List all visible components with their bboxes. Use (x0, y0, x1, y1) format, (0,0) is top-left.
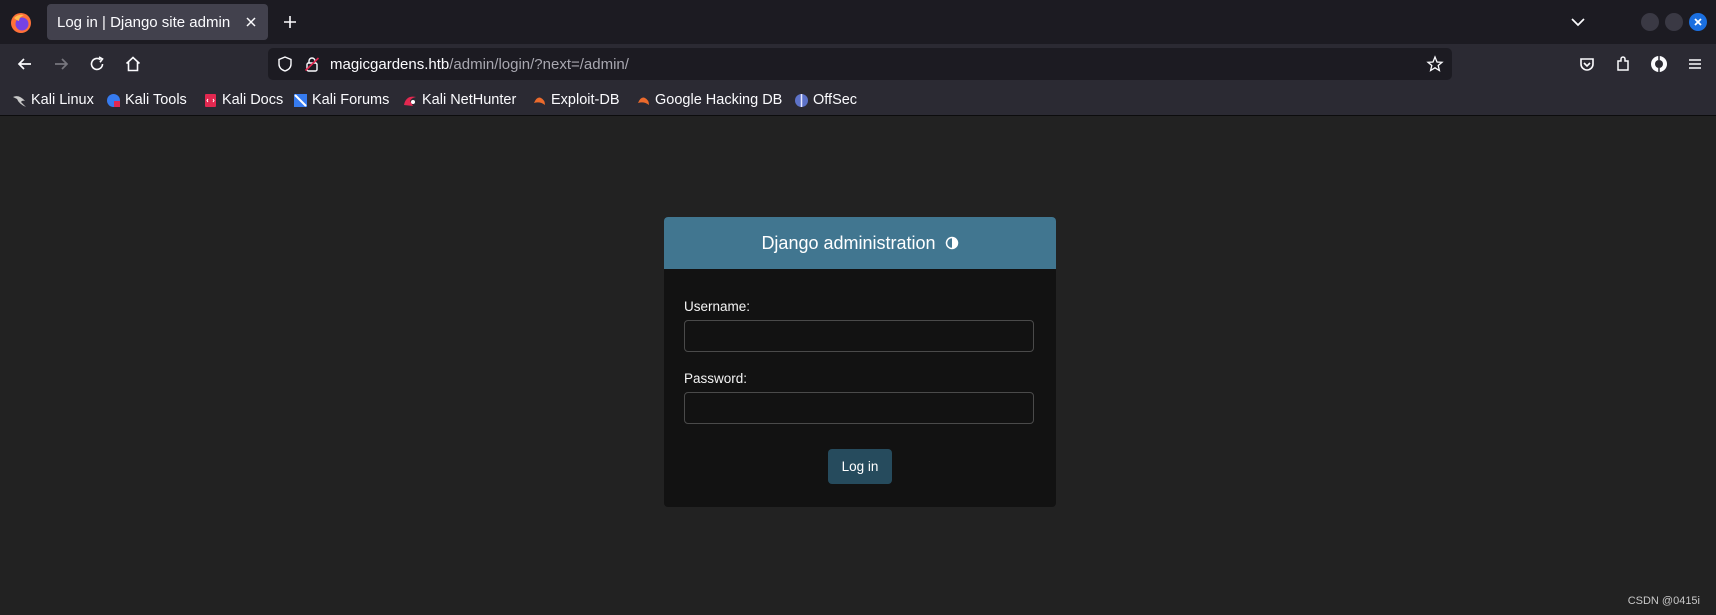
kali-nethunter-icon (404, 96, 416, 106)
bookmark-label: OffSec (813, 92, 858, 108)
url-host: magicgardens.htb (330, 56, 450, 73)
url-path: /admin/login/?next=/admin/ (449, 56, 629, 73)
minimize-window-button[interactable] (1641, 13, 1659, 31)
url-text[interactable]: magicgardens.htb/admin/login/?next=/admi… (330, 56, 629, 73)
maximize-window-button[interactable] (1665, 13, 1683, 31)
username-label: Username: (684, 299, 751, 314)
bookmark-kali-linux[interactable]: Kali Linux (12, 91, 94, 109)
close-icon[interactable] (242, 13, 260, 31)
exploit-db-icon (534, 97, 545, 105)
bookmark-label: Kali Forums (312, 92, 390, 108)
password-label: Password: (684, 371, 748, 386)
bookmark-kali-docs[interactable]: Kali Docs (203, 91, 283, 109)
watermark: CSDN @0415i (1627, 595, 1700, 607)
kali-tools-icon (107, 93, 120, 107)
bookmark-label: Kali Linux (31, 92, 94, 108)
kali-forums-icon (294, 93, 307, 107)
home-icon[interactable] (123, 54, 143, 74)
bookmark-google-hacking-db[interactable]: Google Hacking DB (636, 91, 782, 109)
firefox-logo-icon[interactable] (10, 12, 32, 34)
login-button[interactable]: Log in (828, 449, 892, 484)
bookmark-exploit-db[interactable]: Exploit-DB (532, 91, 620, 109)
bookmark-star-icon[interactable] (1426, 55, 1444, 73)
chevron-down-icon[interactable] (1568, 12, 1588, 32)
tab-title: Log in | Django site admin (57, 14, 231, 31)
reload-icon[interactable] (87, 54, 107, 74)
bookmark-label: Exploit-DB (551, 92, 620, 108)
extensions-puzzle-icon[interactable] (1613, 54, 1633, 74)
password-input[interactable] (684, 392, 1034, 424)
back-arrow-icon[interactable] (15, 54, 35, 74)
bookmark-offsec[interactable]: OffSec (794, 91, 857, 109)
kali-docs-icon (205, 93, 216, 107)
tab-active[interactable]: Log in | Django site admin (47, 4, 268, 40)
bookmark-label: Google Hacking DB (655, 92, 783, 108)
theme-toggle-icon[interactable] (945, 236, 959, 250)
hamburger-menu-icon[interactable] (1685, 54, 1705, 74)
close-window-button[interactable] (1689, 13, 1707, 31)
bookmarks-toolbar: Kali Linux Kali Tools Kali Docs Kali For… (0, 85, 1716, 116)
tab-strip: Log in | Django site admin (0, 0, 1716, 44)
bookmark-kali-nethunter[interactable]: Kali NetHunter (403, 91, 516, 109)
bookmark-label: Kali Tools (125, 92, 187, 108)
insecure-lock-icon[interactable] (303, 55, 321, 73)
navigation-toolbar: magicgardens.htb/admin/login/?next=/admi… (0, 44, 1716, 85)
close-window-icon (1694, 18, 1702, 26)
offsec-icon (795, 93, 808, 107)
account-avatar-icon[interactable] (1649, 54, 1669, 74)
bookmark-label: Kali Docs (222, 92, 284, 108)
bookmark-kali-forums[interactable]: Kali Forums (293, 91, 389, 109)
bookmark-kali-tools[interactable]: Kali Tools (106, 91, 187, 109)
kali-dragon-icon (13, 95, 26, 107)
pocket-icon[interactable] (1577, 54, 1597, 74)
site-title-text: Django administration (761, 233, 936, 253)
address-bar[interactable]: magicgardens.htb/admin/login/?next=/admi… (268, 48, 1452, 80)
google-hacking-db-icon (638, 97, 649, 105)
shield-icon[interactable] (276, 55, 294, 73)
bookmark-label: Kali NetHunter (422, 92, 517, 108)
new-tab-plus-icon[interactable] (280, 12, 300, 32)
forward-arrow-icon[interactable] (51, 54, 71, 74)
login-card: Django administration Username: Password… (664, 217, 1056, 507)
site-title: Django administration (664, 233, 1056, 254)
username-input[interactable] (684, 320, 1034, 352)
login-header: Django administration (664, 217, 1056, 269)
